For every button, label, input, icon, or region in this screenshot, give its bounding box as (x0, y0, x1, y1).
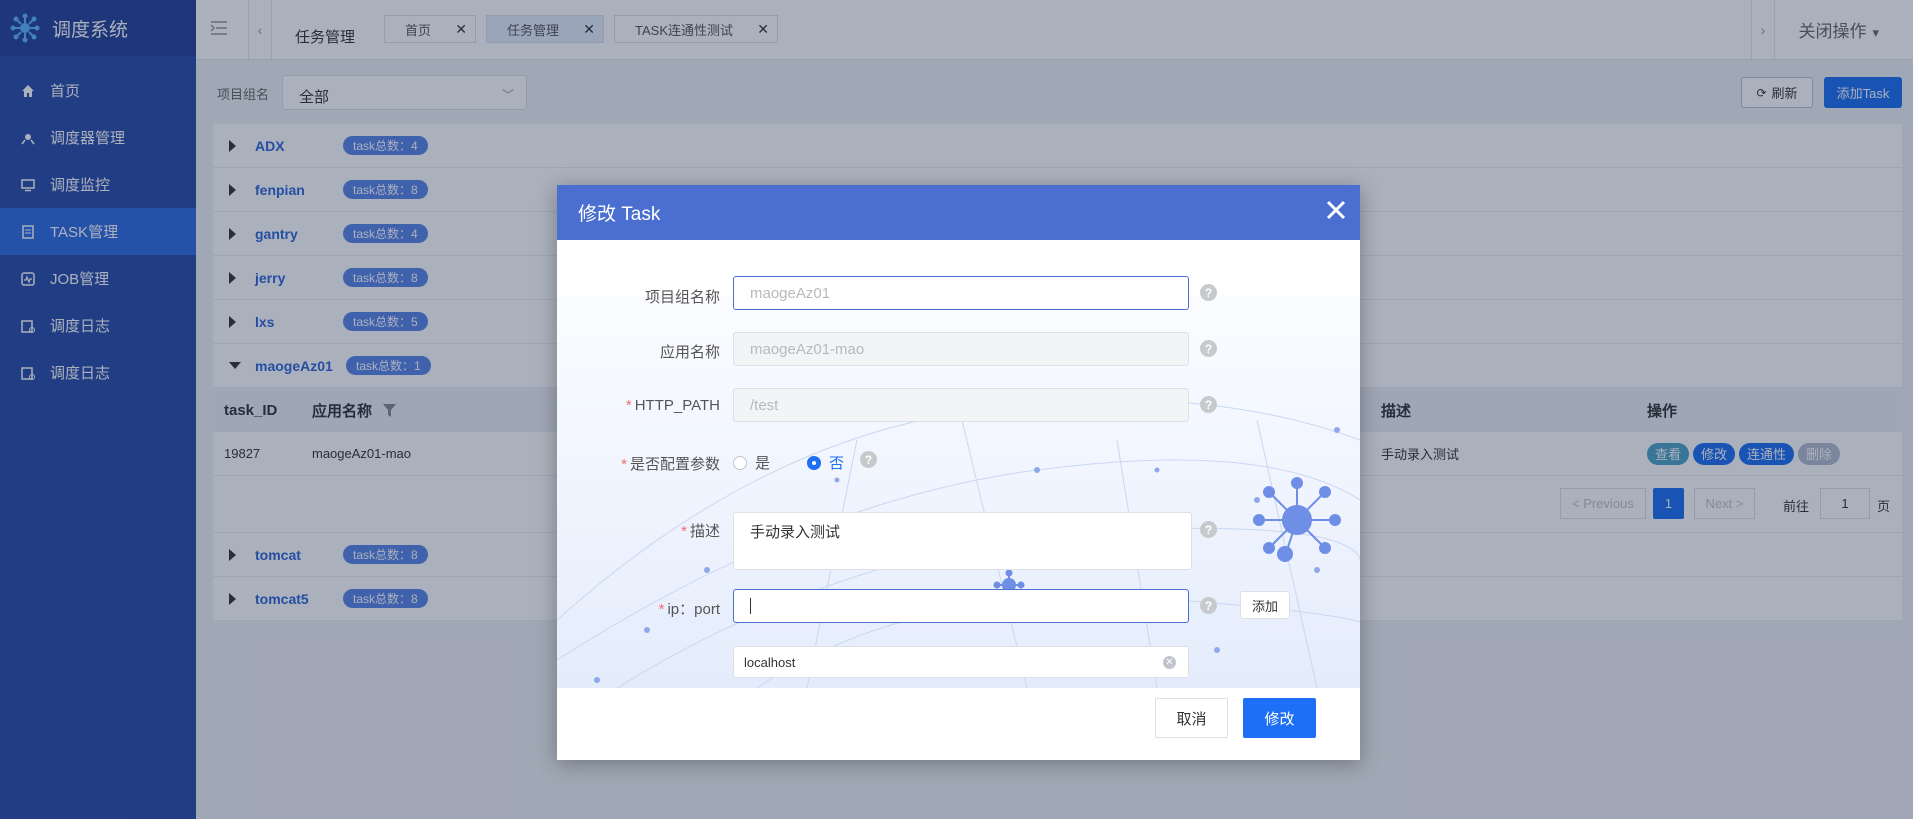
required-asterisk: * (681, 523, 687, 540)
required-asterisk: * (621, 456, 627, 473)
description-label: * 描述 (557, 520, 720, 541)
help-icon[interactable]: ? (1200, 521, 1217, 538)
radio-circle-checked (807, 455, 821, 470)
ip-tag: localhost (744, 654, 796, 670)
ip-tag-list: localhost ✕ (733, 646, 1189, 678)
config-params-label: * 是否配置参数 (557, 453, 720, 474)
http-path-input[interactable]: /test (733, 388, 1189, 422)
ip-port-input[interactable] (733, 589, 1189, 623)
radio-circle (733, 455, 747, 470)
description-textarea[interactable]: 手动录入测试 (733, 512, 1192, 570)
textarea-value: 手动录入测试 (750, 524, 841, 541)
app-name-input[interactable]: maogeAz01-mao (733, 332, 1189, 366)
edit-task-dialog: 修改 Task 项目组名称 maogeAz01 ? 应用名称 maogeAz01… (557, 185, 1360, 760)
label-text: ip：port (667, 601, 720, 618)
dialog-header: 修改 Task (557, 185, 1360, 240)
radio-label: 是 (755, 455, 771, 472)
input-value: maogeAz01 (750, 284, 831, 302)
help-icon[interactable]: ? (1200, 340, 1217, 357)
project-group-name-input[interactable]: maogeAz01 (733, 276, 1189, 310)
submit-button[interactable]: 修改 (1243, 698, 1316, 738)
http-path-label: * HTTP_PATH (557, 397, 720, 414)
config-no-radio[interactable]: 否 (807, 452, 844, 473)
ip-port-label: * ip：port (557, 598, 720, 619)
project-group-name-label: 项目组名称 (644, 289, 720, 306)
radio-label: 否 (829, 455, 845, 472)
label-text: 描述 (689, 523, 720, 540)
add-ip-button[interactable]: 添加 (1240, 591, 1290, 619)
help-icon[interactable]: ? (1200, 396, 1217, 413)
required-asterisk: * (658, 601, 665, 618)
label-text: 是否配置参数 (629, 456, 720, 473)
dialog-body: 项目组名称 maogeAz01 ? 应用名称 maogeAz01-mao ? *… (557, 240, 1360, 688)
button-label: 修改 (1264, 710, 1295, 728)
remove-tag-icon[interactable]: ✕ (1163, 656, 1176, 669)
help-icon[interactable]: ? (1200, 284, 1217, 301)
app-name-label: 应用名称 (659, 344, 720, 361)
button-label: 取消 (1176, 710, 1207, 728)
close-icon[interactable] (1325, 199, 1347, 227)
config-yes-radio[interactable]: 是 (733, 452, 770, 473)
dialog-title: 修改 Task (578, 204, 661, 225)
button-label: 添加 (1251, 598, 1278, 614)
help-icon[interactable]: ? (860, 451, 877, 468)
input-value: /test (750, 396, 779, 414)
text-cursor (750, 598, 751, 614)
input-value: maogeAz01-mao (750, 340, 865, 358)
help-icon[interactable]: ? (1200, 597, 1217, 614)
label-text: HTTP_PATH (634, 397, 720, 414)
required-asterisk: * (625, 397, 632, 414)
cancel-button[interactable]: 取消 (1155, 698, 1228, 738)
